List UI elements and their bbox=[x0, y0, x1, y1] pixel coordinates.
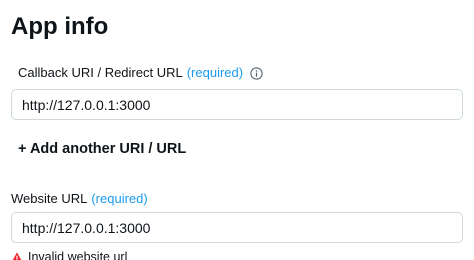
add-another-uri-button[interactable]: + Add another URI / URL bbox=[18, 139, 186, 159]
add-another-uri-label: + Add another URI / URL bbox=[18, 141, 187, 157]
website-url-label: Website URL (required) bbox=[11, 190, 148, 208]
warning-icon bbox=[11, 251, 23, 260]
callback-url-label: Callback URI / Redirect URL (required) bbox=[18, 64, 263, 82]
required-marker: (required) bbox=[186, 65, 244, 80]
error-message: Invalid website url bbox=[28, 250, 128, 260]
required-marker: (required) bbox=[91, 191, 148, 206]
app-info-form: App info Callback URI / Redirect URL (re… bbox=[0, 0, 474, 260]
section-title: App info bbox=[11, 13, 109, 40]
callback-url-label-text: Callback URI / Redirect URL bbox=[18, 65, 183, 80]
callback-url-input[interactable] bbox=[11, 89, 463, 120]
website-url-input[interactable] bbox=[11, 212, 463, 243]
website-url-error: Invalid website url bbox=[11, 249, 127, 260]
info-icon[interactable] bbox=[250, 66, 263, 80]
website-url-label-text: Website URL bbox=[11, 191, 88, 206]
